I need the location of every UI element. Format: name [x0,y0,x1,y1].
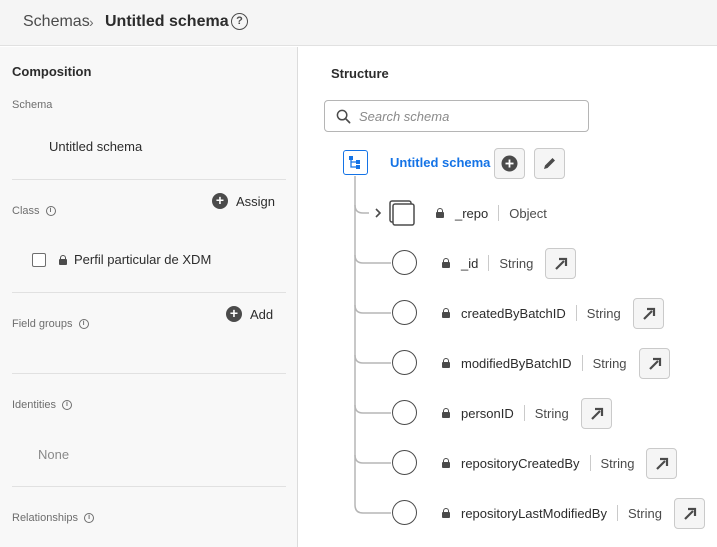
lock-icon [442,408,450,418]
plus-circle-icon: + [226,306,242,322]
breadcrumb-schemas[interactable]: Schemas [23,13,90,31]
field-circle-icon[interactable] [392,250,417,275]
field-circle-icon[interactable] [392,500,417,525]
arrow-up-right-icon [648,357,661,370]
info-icon[interactable]: i [84,513,95,523]
type-separator [581,355,583,371]
field-type: Object [509,205,547,221]
info-icon[interactable]: i [78,319,89,329]
field-type: String [499,255,534,271]
arrow-up-right-icon [684,507,697,520]
divider [12,486,286,487]
edit-schema-button[interactable] [534,148,565,179]
relationships-section-label: Relationships i [12,512,95,524]
arrow-up-right-icon [642,307,655,320]
info-icon[interactable]: i [62,400,73,410]
add-field-group-button[interactable]: + Add [226,306,273,322]
field-type: String [592,355,627,371]
open-field-button[interactable] [632,297,664,329]
lock-icon [442,258,450,268]
field-row-repositorylastmodifiedby[interactable]: repositoryLastModifiedBy String [442,497,705,529]
field-name[interactable]: _repo [455,206,488,221]
open-field-button[interactable] [545,247,577,279]
open-field-button[interactable] [673,497,705,529]
field-circle-icon[interactable] [392,300,417,325]
field-type: String [627,505,662,521]
field-row-repositorycreatedby[interactable]: repositoryCreatedBy String [442,447,678,479]
class-section-label: Class i [12,205,56,217]
lock-icon [442,308,450,318]
root-schema-name[interactable]: Untitled schema [390,155,490,170]
open-field-button[interactable] [580,397,612,429]
field-circle-icon[interactable] [392,350,417,375]
identities-section-label: Identities i [12,399,73,411]
schema-label: Schema [12,99,53,111]
field-name[interactable]: createdByBatchID [461,306,566,321]
plus-circle-icon: + [212,193,228,209]
lock-icon [59,254,67,265]
info-icon[interactable]: i [45,206,56,216]
field-row-modifiedbybatchid[interactable]: modifiedByBatchID String [442,347,670,379]
lock-icon [436,208,444,218]
assign-label: Assign [236,193,276,209]
object-stack-icon [389,200,415,226]
field-row-repo[interactable]: _repo Object [436,199,547,227]
add-label: Add [250,306,274,322]
schema-name[interactable]: Untitled schema [49,139,142,154]
type-separator [488,255,490,271]
chevron-right-icon[interactable] [373,207,383,219]
arrow-up-right-icon [656,457,669,470]
add-field-button[interactable] [494,148,525,179]
schema-tree-icon[interactable] [343,150,368,175]
breadcrumb-current: Untitled schema [105,13,229,30]
field-name[interactable]: _id [461,256,478,271]
field-name[interactable]: repositoryLastModifiedBy [461,506,607,521]
open-field-button[interactable] [646,447,678,479]
type-separator [498,205,500,221]
field-circle-icon[interactable] [392,400,417,425]
lock-icon [442,508,450,518]
arrow-up-right-icon [590,407,603,420]
top-header: Schemas › Untitled schema ? [0,0,717,46]
schema-section-label: Schema [12,99,52,111]
divider [12,373,286,374]
structure-panel: Structure Untitled schema [299,47,717,547]
relationships-label: Relationships [12,512,79,524]
field-circle-icon[interactable] [392,450,417,475]
type-separator [589,455,591,471]
field-row-createdbybatchid[interactable]: createdByBatchID String [442,297,664,329]
field-type: String [534,405,569,421]
help-icon[interactable]: ? [231,13,248,30]
type-separator [575,305,577,321]
open-field-button[interactable] [638,347,670,379]
lock-icon [442,458,450,468]
composition-heading: Composition [12,64,92,79]
class-item[interactable]: Perfil particular de XDM [32,252,211,267]
field-name[interactable]: repositoryCreatedBy [461,456,580,471]
field-row-id[interactable]: _id String [442,247,577,279]
divider [12,292,286,293]
field-groups-label: Field groups [12,318,73,330]
pencil-icon [544,158,555,169]
identities-label: Identities [12,399,57,411]
field-type: String [586,305,621,321]
breadcrumb-separator: › [89,14,94,30]
type-separator [616,505,618,521]
identities-value: None [38,447,70,462]
field-type: String [600,455,635,471]
assign-class-button[interactable]: + Assign [212,193,275,209]
lock-icon [442,358,450,368]
field-name[interactable]: modifiedByBatchID [461,356,572,371]
composition-panel: Composition Schema Untitled schema Class… [0,47,298,547]
type-separator [523,405,525,421]
divider [12,179,286,180]
arrow-up-right-icon [555,257,568,270]
class-checkbox[interactable] [32,252,46,267]
field-groups-section-label: Field groups i [12,318,89,330]
field-name[interactable]: personID [461,406,514,421]
class-label: Class [12,205,40,217]
plus-circle-icon [501,155,518,172]
field-row-personid[interactable]: personID String [442,397,612,429]
class-item-label[interactable]: Perfil particular de XDM [74,252,211,267]
